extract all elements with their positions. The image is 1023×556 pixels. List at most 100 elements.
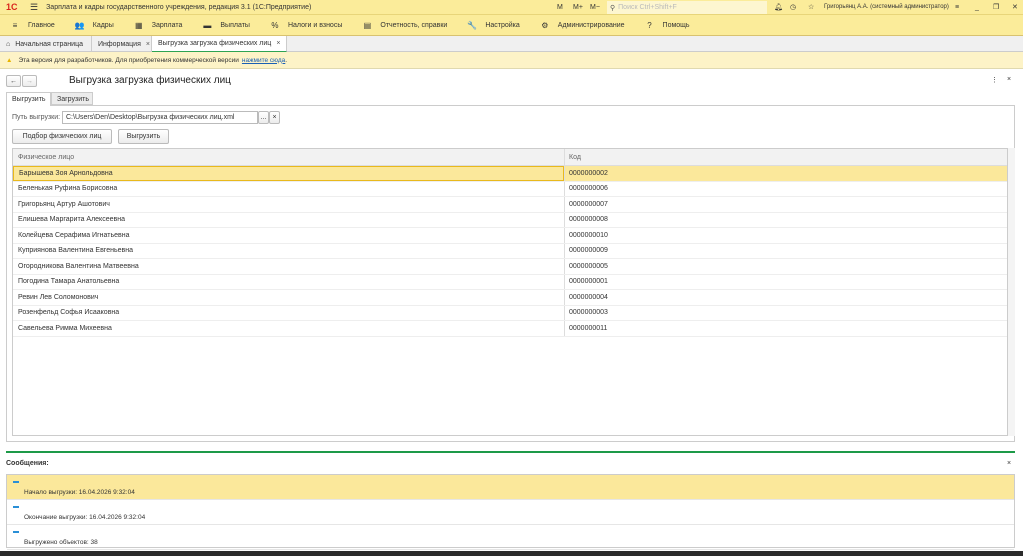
tab-home[interactable]: ⌂ Начальная страница	[0, 36, 92, 52]
menu-administration[interactable]: ⚙ Администрирование	[538, 21, 624, 30]
forward-button[interactable]: →	[22, 75, 37, 87]
open-windows-bar: ⌂ Начальная страница Информация × Выгрузка…	[0, 36, 1023, 52]
search-icon: ⚲	[610, 4, 616, 12]
code-cell: 0000000002	[564, 166, 1007, 181]
minimize-icon[interactable]: _	[975, 4, 979, 11]
table-row[interactable]: Савельева Римма Михеевна 0000000011	[13, 321, 1007, 337]
buy-link[interactable]: нажмите сюда	[242, 57, 285, 64]
tab-import[interactable]: Загрузить	[51, 92, 93, 105]
bell-icon[interactable]: 🔔︎	[774, 3, 783, 11]
column-person[interactable]: Физическое лицо	[13, 149, 564, 165]
reports-icon: ▤	[363, 20, 372, 30]
table-row[interactable]: Погодина Тамара Анатольевна 0000000001	[13, 274, 1007, 290]
warning-icon: ▲	[6, 56, 13, 64]
person-cell: Барышева Зоя Арнольдовна	[13, 166, 564, 181]
tab-information[interactable]: Информация ×	[92, 36, 152, 52]
table-row[interactable]: Барышева Зоя Арнольдовна 0000000002	[13, 166, 1007, 182]
close-tab-icon[interactable]: ×	[146, 41, 150, 48]
code-cell: 0000000007	[564, 197, 1007, 212]
person-cell: Куприянова Валентина Евгеньевна	[18, 247, 133, 255]
code-cell: 0000000009	[564, 243, 1007, 258]
tab-export[interactable]: Выгрузить	[6, 92, 51, 106]
code-cell: 0000000010	[564, 228, 1007, 243]
message-item[interactable]: Начало выгрузки: 16.04.2026 9:32:04	[7, 475, 1014, 500]
code-cell: 0000000011	[564, 321, 1007, 336]
select-persons-button[interactable]: Подбор физических лиц	[12, 129, 112, 144]
table-scrollbar[interactable]	[1008, 148, 1015, 436]
code-cell: 0000000008	[564, 212, 1007, 227]
message-text: Начало выгрузки: 16.04.2026 9:32:04	[24, 489, 135, 496]
person-cell: Погодина Тамара Анатольевна	[18, 278, 120, 286]
table-row[interactable]: Ревин Лев Соломонович 0000000004	[13, 290, 1007, 306]
persons-table: Физическое лицо Код Барышева Зоя Арнольд…	[12, 148, 1008, 436]
clear-path-button[interactable]: ×	[269, 111, 280, 124]
menu-settings[interactable]: 🔧 Настройка	[465, 21, 519, 30]
message-text: Выгружено объектов: 38	[24, 539, 98, 546]
menu-payments[interactable]: ▬ Выплаты	[200, 21, 250, 30]
close-messages-icon[interactable]: ×	[1007, 460, 1011, 467]
export-button[interactable]: Выгрузить	[118, 129, 169, 144]
restore-icon[interactable]: ❐	[993, 3, 999, 11]
table-row[interactable]: Беленькая Руфина Борисовна 0000000006	[13, 181, 1007, 197]
history-icon[interactable]: ◷	[790, 3, 796, 11]
close-icon[interactable]: ✕	[1012, 3, 1018, 11]
close-tab-icon[interactable]: ×	[276, 40, 280, 47]
menu-personnel[interactable]: 👥 Кадры	[73, 21, 114, 30]
message-item[interactable]: Выгружено объектов: 38	[7, 525, 1014, 550]
menu-help[interactable]: ? Помощь	[643, 21, 689, 30]
code-cell: 0000000003	[564, 305, 1007, 320]
table-row[interactable]: Колейцева Серафима Игнатьевна 0000000010	[13, 228, 1007, 244]
code-cell: 0000000005	[564, 259, 1007, 274]
table-row[interactable]: Куприянова Валентина Евгеньевна 000000000…	[13, 243, 1007, 259]
person-cell: Розенфельд Софья Исааковна	[18, 309, 120, 317]
code-cell: 0000000001	[564, 274, 1007, 289]
hamburger-icon[interactable]: ☰	[30, 2, 38, 13]
developer-warning: ▲ Эта версия для разработчиков. Для прио…	[0, 52, 1023, 69]
person-cell: Савельева Римма Михеевна	[18, 324, 112, 332]
code-cell: 0000000004	[564, 290, 1007, 305]
settings-menu-icon[interactable]: ≡	[955, 4, 959, 11]
back-button[interactable]: ←	[6, 75, 21, 87]
menu-taxes[interactable]: % Налоги и взносы	[268, 21, 342, 30]
path-input[interactable]: C:\Users\Den\Desktop\Выгрузка физических…	[62, 111, 258, 124]
message-text: Окончание выгрузки: 16.04.2026 9:32:04	[24, 514, 146, 521]
app-title: Зарплата и кадры государственного учрежд…	[46, 3, 312, 11]
message-marker-icon	[13, 481, 19, 483]
menu-reports[interactable]: ▤ Отчетность, справки	[360, 20, 448, 30]
person-cell: Колейцева Серафима Игнатьевна	[18, 231, 130, 239]
column-code[interactable]: Код	[564, 149, 1007, 165]
path-label: Путь выгрузки:	[12, 114, 61, 121]
table-row[interactable]: Елишева Маргарита Алексеевна 0000000008	[13, 212, 1007, 228]
menu-main[interactable]: ≡ Главное	[8, 21, 55, 30]
list-icon: ≡	[12, 20, 18, 30]
wrench-icon: 🔧	[467, 20, 478, 30]
person-cell: Огородникова Валентина Матвеевна	[18, 262, 139, 270]
messages-title: Сообщения:	[6, 460, 49, 467]
calculator-icon: ▦	[134, 20, 143, 30]
splitter[interactable]	[6, 451, 1015, 453]
m-plus-button[interactable]: M+	[573, 4, 583, 11]
table-row[interactable]: Григорьянц Артур Ашотович 0000000007	[13, 197, 1007, 213]
person-cell: Елишева Маргарита Алексеевна	[18, 216, 125, 224]
menu-salary[interactable]: ▦ Зарплата	[132, 20, 182, 30]
table-row[interactable]: Огородникова Валентина Матвеевна 00000000…	[13, 259, 1007, 275]
tab-export-import[interactable]: Выгрузка загрузка физических лиц ×	[152, 36, 288, 52]
table-row[interactable]: Розенфельд Софья Исааковна 0000000003	[13, 305, 1007, 321]
search-input[interactable]: ⚲ Поиск Ctrl+Shift+F	[607, 1, 767, 14]
people-icon: 👥	[74, 20, 85, 30]
taskbar	[0, 551, 1023, 556]
title-bar: 1С ☰ Зарплата и кадры государственного у…	[0, 0, 1023, 15]
close-form-icon[interactable]: ×	[1007, 76, 1011, 83]
browse-button[interactable]: ...	[258, 111, 269, 124]
star-icon[interactable]: ☆	[808, 3, 814, 11]
sections-menu: ≡ Главное 👥 Кадры ▦ Зарплата ▬ Выплаты % Нало…	[0, 15, 1023, 36]
user-name[interactable]: Григорьянц А.А. (системный администратор…	[824, 4, 949, 10]
wallet-icon: ▬	[203, 20, 212, 30]
message-marker-icon	[13, 506, 19, 508]
m-button[interactable]: M	[557, 4, 563, 11]
percent-icon: %	[271, 20, 279, 30]
more-icon[interactable]: ⋮	[991, 76, 998, 84]
message-item[interactable]: Окончание выгрузки: 16.04.2026 9:32:04	[7, 500, 1014, 525]
m-minus-button[interactable]: M−	[590, 4, 600, 11]
page-title: Выгрузка загрузка физических лиц	[69, 75, 231, 86]
